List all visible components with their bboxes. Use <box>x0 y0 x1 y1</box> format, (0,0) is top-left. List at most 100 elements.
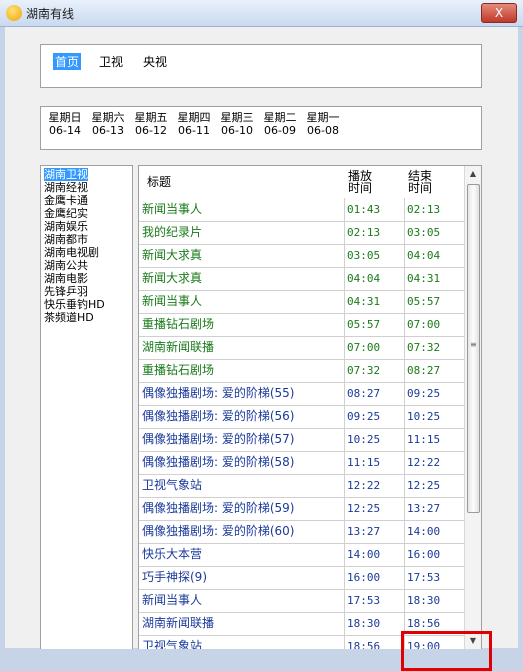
channel-item[interactable]: 湖南娱乐 <box>44 220 88 233</box>
app-icon <box>6 5 22 21</box>
start-time: 08:27 <box>344 382 407 405</box>
channel-item[interactable]: 金鹰纪实 <box>44 207 88 220</box>
start-time: 12:25 <box>344 497 407 520</box>
program-title: 我的纪录片 <box>142 225 203 239</box>
table-row[interactable]: 新闻大求真 03:05 04:04 <box>139 244 464 268</box>
program-title: 新闻当事人 <box>142 593 203 607</box>
end-time: 08:27 <box>404 359 465 382</box>
day-item[interactable]: 星期一 06-08 <box>301 111 345 137</box>
tab-home[interactable]: 首页 <box>53 53 82 70</box>
channel-item[interactable]: 湖南经视 <box>44 181 88 194</box>
highlight-box <box>401 631 492 671</box>
program-title: 湖南新闻联播 <box>142 616 215 630</box>
column-end-header: 结束 时间 <box>408 169 433 195</box>
start-time: 07:32 <box>344 359 407 382</box>
day-date: 06-08 <box>307 124 339 137</box>
tab-cctv[interactable]: 央视 <box>141 53 169 70</box>
start-time: 04:04 <box>344 267 407 290</box>
program-title: 快乐大本营 <box>142 547 203 561</box>
day-item[interactable]: 星期日 06-14 <box>43 111 87 137</box>
end-time: 11:15 <box>404 428 465 451</box>
table-row[interactable]: 偶像独播剧场: 爱的阶梯(56) 09:25 10:25 <box>139 405 464 429</box>
table-row[interactable]: 新闻大求真 04:04 04:31 <box>139 267 464 291</box>
day-name: 星期二 <box>263 111 297 124</box>
day-item[interactable]: 星期三 06-10 <box>215 111 259 137</box>
channel-item[interactable]: 湖南公共 <box>44 259 88 272</box>
end-time: 04:31 <box>404 267 465 290</box>
table-row[interactable]: 巧手神探(9) 16:00 17:53 <box>139 566 464 590</box>
scroll-thumb[interactable]: ≡ <box>467 184 480 513</box>
start-time: 07:00 <box>344 336 407 359</box>
day-date: 06-09 <box>264 124 296 137</box>
day-name: 星期日 <box>48 111 82 124</box>
table-row[interactable]: 新闻当事人 04:31 05:57 <box>139 290 464 314</box>
channel-item[interactable]: 湖南都市 <box>44 233 88 246</box>
channel-list[interactable]: 湖南卫视 湖南经视 金鹰卡通 金鹰纪实 湖南娱乐 湖南都市 湖南电视剧 湖南公共 湖南电影 先锋乒… <box>40 165 133 649</box>
day-name: 星期五 <box>134 111 168 124</box>
end-time: 12:22 <box>404 451 465 474</box>
end-time: 02:13 <box>404 198 465 221</box>
table-row[interactable]: 偶像独播剧场: 爱的阶梯(55) 08:27 09:25 <box>139 382 464 406</box>
program-title: 重播钻石剧场 <box>142 363 215 377</box>
day-item[interactable]: 星期四 06-11 <box>172 111 216 137</box>
vertical-scrollbar[interactable]: ▲ ≡ ▼ <box>464 166 481 649</box>
table-row[interactable]: 湖南新闻联播 07:00 07:32 <box>139 336 464 360</box>
day-name: 星期四 <box>177 111 211 124</box>
end-time: 07:32 <box>404 336 465 359</box>
program-title: 新闻大求真 <box>142 248 203 262</box>
table-row[interactable]: 快乐大本营 14:00 16:00 <box>139 543 464 567</box>
window-body: 首页 卫视 央视 星期日 06-14 星期六 06-13 星期五 06-12 星期四 06-1… <box>5 27 518 649</box>
table-row[interactable]: 重播钻石剧场 05:57 07:00 <box>139 313 464 337</box>
channel-item[interactable]: 金鹰卡通 <box>44 194 88 207</box>
end-time: 14:00 <box>404 520 465 543</box>
start-time: 17:53 <box>344 589 407 612</box>
end-time: 10:25 <box>404 405 465 428</box>
channel-item[interactable]: 湖南电视剧 <box>44 246 99 259</box>
table-header: 标题 播放 时间 结束 时间 <box>139 166 463 197</box>
table-row[interactable]: 新闻当事人 17:53 18:30 <box>139 589 464 613</box>
program-title: 偶像独播剧场: 爱的阶梯(55) <box>142 386 295 400</box>
end-time: 13:27 <box>404 497 465 520</box>
table-row[interactable]: 重播钻石剧场 07:32 08:27 <box>139 359 464 383</box>
table-row[interactable]: 偶像独播剧场: 爱的阶梯(57) 10:25 11:15 <box>139 428 464 452</box>
program-title: 巧手神探(9) <box>142 570 207 584</box>
start-time: 14:00 <box>344 543 407 566</box>
channel-item[interactable]: 快乐垂钓HD <box>44 298 105 311</box>
program-title: 偶像独播剧场: 爱的阶梯(60) <box>142 524 295 538</box>
day-date: 06-11 <box>178 124 210 137</box>
day-item[interactable]: 星期五 06-12 <box>129 111 173 137</box>
table-row[interactable]: 偶像独播剧场: 爱的阶梯(60) 13:27 14:00 <box>139 520 464 544</box>
channel-item[interactable]: 湖南电影 <box>44 272 88 285</box>
start-time: 04:31 <box>344 290 407 313</box>
start-time: 09:25 <box>344 405 407 428</box>
table-row[interactable]: 偶像独播剧场: 爱的阶梯(59) 12:25 13:27 <box>139 497 464 521</box>
program-title: 新闻当事人 <box>142 202 203 216</box>
table-row[interactable]: 新闻当事人 01:43 02:13 <box>139 198 464 222</box>
close-button[interactable]: X <box>481 3 517 23</box>
table-row[interactable]: 我的纪录片 02:13 03:05 <box>139 221 464 245</box>
day-date: 06-10 <box>221 124 253 137</box>
program-title: 偶像独播剧场: 爱的阶梯(57) <box>142 432 295 446</box>
channel-item[interactable]: 先锋乒羽 <box>44 285 88 298</box>
end-time: 07:00 <box>404 313 465 336</box>
start-time: 01:43 <box>344 198 407 221</box>
day-item[interactable]: 星期六 06-13 <box>86 111 130 137</box>
scroll-up-icon[interactable]: ▲ <box>465 166 481 182</box>
end-time: 09:25 <box>404 382 465 405</box>
start-time: 02:13 <box>344 221 407 244</box>
channel-item[interactable]: 湖南卫视 <box>44 168 88 181</box>
channel-item[interactable]: 茶频道HD <box>44 311 94 324</box>
tab-satellite[interactable]: 卫视 <box>97 53 125 70</box>
program-title: 卫视气象站 <box>142 639 203 649</box>
start-time: 12:22 <box>344 474 407 497</box>
start-time: 18:30 <box>344 612 407 635</box>
table-row[interactable]: 卫视气象站 12:22 12:25 <box>139 474 464 498</box>
program-title: 卫视气象站 <box>142 478 203 492</box>
end-time: 04:04 <box>404 244 465 267</box>
start-time: 16:00 <box>344 566 407 589</box>
day-item[interactable]: 星期二 06-09 <box>258 111 302 137</box>
program-title: 偶像独播剧场: 爱的阶梯(56) <box>142 409 295 423</box>
table-row[interactable]: 偶像独播剧场: 爱的阶梯(58) 11:15 12:22 <box>139 451 464 475</box>
day-date: 06-12 <box>135 124 167 137</box>
day-name: 星期三 <box>220 111 254 124</box>
